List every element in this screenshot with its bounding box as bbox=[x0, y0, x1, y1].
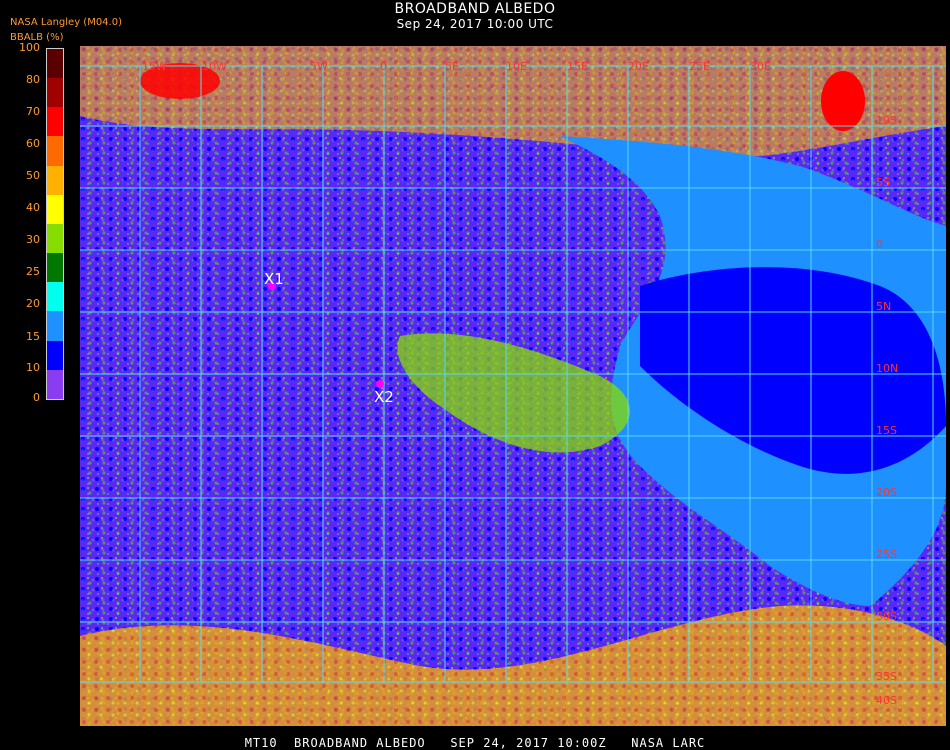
colorbar-tick: 15 bbox=[26, 330, 40, 343]
colorbar-segment bbox=[47, 340, 63, 370]
marker-x2-dot bbox=[376, 380, 384, 388]
colorbar-segment bbox=[47, 223, 63, 254]
colorbar-segment bbox=[47, 49, 63, 79]
lat-label: 30S bbox=[876, 610, 897, 623]
colorbar-tick: 25 bbox=[26, 265, 40, 278]
lat-label: 35S bbox=[876, 670, 897, 683]
lat-label: 0 bbox=[876, 238, 883, 251]
marker-x1: X1 bbox=[264, 270, 284, 290]
colorbar bbox=[46, 48, 64, 400]
lat-label: 15S bbox=[876, 424, 897, 437]
satellite-map: 15W 10W 5W 0 5E 10E 15E 20E 25E 30E 10S 5S 0 5N 10N 15… bbox=[80, 46, 946, 726]
colorbar-tick: 50 bbox=[26, 169, 40, 182]
colorbar-tick: 10 bbox=[26, 361, 40, 374]
albedo-map-svg: 15W 10W 5W 0 5E 10E 15E 20E 25E 30E 10S 5S 0 5N 10N 15… bbox=[80, 46, 946, 726]
lon-label: 10W bbox=[202, 60, 227, 73]
lon-label: 10E bbox=[506, 60, 527, 73]
lat-label: 20S bbox=[876, 486, 897, 499]
colorbar-tick: 70 bbox=[26, 105, 40, 118]
lon-label: 15E bbox=[567, 60, 588, 73]
colorbar-tick: 40 bbox=[26, 201, 40, 214]
colorbar-tick: 30 bbox=[26, 233, 40, 246]
colorbar-segment bbox=[47, 369, 63, 399]
lon-label: 20E bbox=[628, 60, 649, 73]
lat-label: 5S bbox=[876, 176, 890, 189]
lon-label: 5W bbox=[310, 60, 328, 73]
lat-label: 40S bbox=[876, 694, 897, 707]
lat-label: 10N bbox=[876, 362, 898, 375]
colorbar-tick: 20 bbox=[26, 297, 40, 310]
colorbar-segment bbox=[47, 165, 63, 195]
subtitle: Sep 24, 2017 10:00 UTC bbox=[396, 17, 554, 31]
lon-label: 30E bbox=[750, 60, 771, 73]
lat-label: 25S bbox=[876, 548, 897, 561]
colorbar-tick: 100 bbox=[19, 41, 40, 54]
colorbar-segment bbox=[47, 194, 63, 224]
colorbar-segment bbox=[47, 78, 63, 108]
colorbar-tick: 80 bbox=[26, 73, 40, 86]
lon-label: 15W bbox=[142, 60, 167, 73]
credit-label: NASA Langley (M04.0) bbox=[10, 17, 122, 28]
lat-label: 5N bbox=[876, 300, 891, 313]
colorbar-segment bbox=[47, 107, 63, 137]
red-cloud-cell bbox=[821, 71, 865, 131]
colorbar-segment bbox=[47, 282, 63, 312]
lon-label: 0 bbox=[380, 60, 387, 73]
colorbar-tick: 0 bbox=[33, 391, 40, 404]
bottom-caption: MT10 BROADBAND ALBEDO SEP 24, 2017 10:00… bbox=[244, 736, 706, 750]
lon-label: 5E bbox=[445, 60, 459, 73]
lat-label: 10S bbox=[876, 114, 897, 127]
title: BROADBAND ALBEDO bbox=[394, 1, 556, 17]
lon-label: 25E bbox=[689, 60, 710, 73]
colorbar-segment bbox=[47, 136, 63, 166]
marker-x2-label: X2 bbox=[374, 388, 394, 406]
colorbar-segment bbox=[47, 253, 63, 283]
colorbar-tick: 60 bbox=[26, 137, 40, 150]
marker-x1-label: X1 bbox=[264, 270, 284, 288]
colorbar-segment bbox=[47, 311, 63, 341]
